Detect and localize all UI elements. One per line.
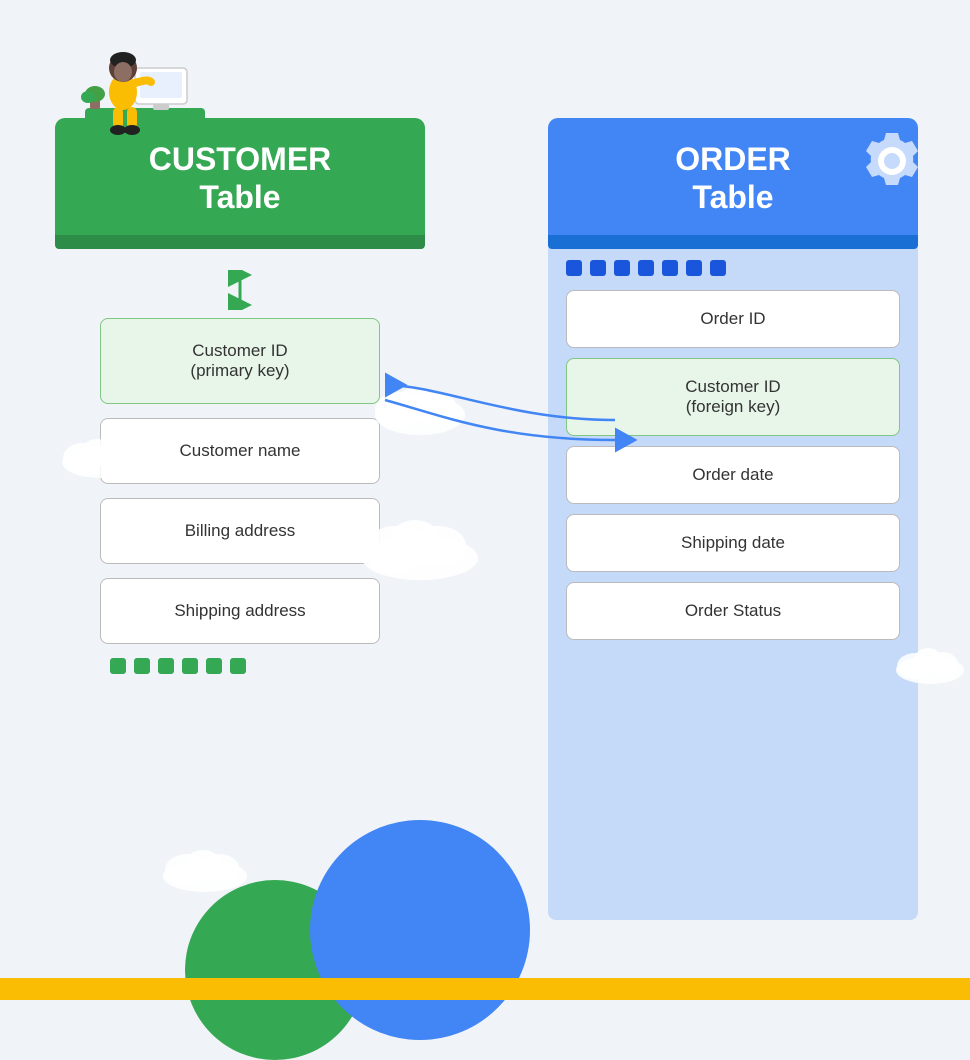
order-table-title: ORDER Table bbox=[568, 140, 898, 217]
order-table-dots bbox=[566, 260, 900, 276]
customer-table-dots bbox=[100, 658, 380, 674]
cloud-middle bbox=[350, 510, 490, 585]
dot-7 bbox=[710, 260, 726, 276]
dot-5 bbox=[662, 260, 678, 276]
order-table-body: Order ID Customer ID(foreign key) Order … bbox=[548, 246, 918, 920]
order-field-shipping-date: Shipping date bbox=[566, 514, 900, 572]
customer-field-shipping-address: Shipping address bbox=[100, 578, 380, 644]
customer-field-customer-id: Customer ID(primary key) bbox=[100, 318, 380, 404]
order-field-customer-id: Customer ID(foreign key) bbox=[566, 358, 900, 436]
cloud-top-middle bbox=[365, 380, 475, 440]
customer-field-billing-address: Billing address bbox=[100, 498, 380, 564]
vertical-double-arrow bbox=[100, 270, 380, 310]
bottom-bar bbox=[0, 978, 970, 1000]
bg-circle-blue bbox=[310, 820, 530, 1040]
gear-icon bbox=[856, 125, 928, 202]
dot-1 bbox=[566, 260, 582, 276]
customer-table-title: CUSTOMER Table bbox=[75, 140, 405, 217]
dot-3 bbox=[614, 260, 630, 276]
cloud-bottom-left bbox=[155, 840, 255, 897]
order-field-order-id: Order ID bbox=[566, 290, 900, 348]
dot-4 bbox=[638, 260, 654, 276]
order-field-order-status: Order Status bbox=[566, 582, 900, 640]
person-illustration bbox=[55, 20, 215, 150]
order-field-order-date: Order date bbox=[566, 446, 900, 504]
dot-2 bbox=[590, 260, 606, 276]
cloud-top-left bbox=[55, 430, 145, 483]
dot-6 bbox=[686, 260, 702, 276]
cloud-right bbox=[890, 640, 970, 689]
